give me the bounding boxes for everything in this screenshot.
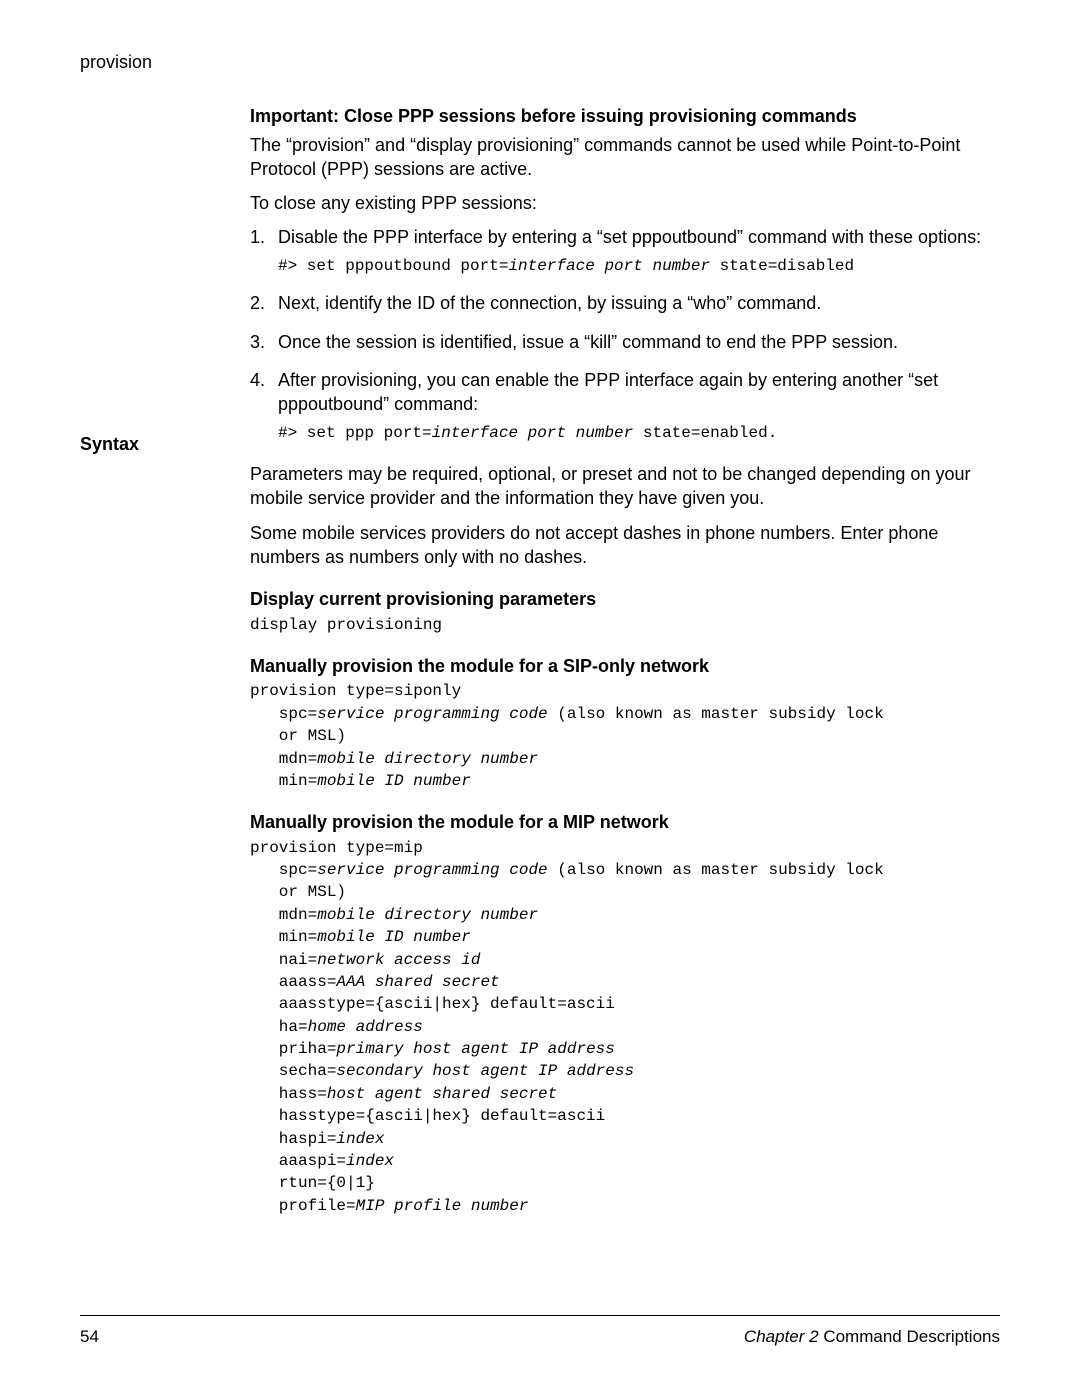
code-italic: index [346,1152,394,1170]
syntax-p1: Parameters may be required, optional, or… [250,462,1000,511]
code-text: #> set ppp port= [278,424,432,442]
code-text: mdn= [250,906,317,924]
step-3: 3. Once the session is identified, issue… [250,330,1000,354]
code-italic: network access id [317,951,480,969]
left-column: Syntax [80,104,250,1231]
code-italic: secondary host agent IP address [336,1062,634,1080]
code-text: nai= [250,951,317,969]
code-italic: mobile ID number [317,772,471,790]
step-4: 4. After provisioning, you can enable th… [250,368,1000,444]
step-2-text: Next, identify the ID of the connection,… [278,291,1000,315]
code-text: state=enabled. [633,424,777,442]
step-4-text: After provisioning, you can enable the P… [278,368,1000,417]
code-text: #> set pppoutbound port= [278,257,508,275]
page: provision Syntax Important: Close PPP se… [0,0,1080,1397]
code-italic: interface port number [432,424,634,442]
code-text: spc= [250,861,317,879]
code-text: priha= [250,1040,336,1058]
mip-code: provision type=mip spc=service programmi… [250,837,1000,1218]
code-text: (also known as master subsidy lock [548,861,884,879]
right-column: Important: Close PPP sessions before iss… [250,104,1000,1231]
step-number: 2. [250,291,278,315]
display-heading: Display current provisioning parameters [250,587,1000,611]
sip-code: provision type=siponly spc=service progr… [250,680,1000,792]
step-number: 3. [250,330,278,354]
code-italic: mobile directory number [317,750,538,768]
step-number: 1. [250,225,278,277]
code-italic: host agent shared secret [327,1085,557,1103]
code-italic: mobile directory number [317,906,538,924]
code-text: haspi= [250,1130,336,1148]
code-italic: home address [308,1018,423,1036]
code-text: or MSL) [250,883,346,901]
syntax-label: Syntax [80,432,250,456]
code-text: spc= [250,705,317,723]
step-body: Disable the PPP interface by entering a … [278,225,1000,277]
code-text: state=disabled [710,257,854,275]
page-footer: 54 Chapter 2 Command Descriptions [80,1315,1000,1349]
code-italic: interface port number [508,257,710,275]
steps-list: 1. Disable the PPP interface by entering… [250,225,1000,444]
important-heading: Important: Close PPP sessions before iss… [250,104,1000,128]
important-p1: The “provision” and “display provisionin… [250,133,1000,182]
footer-rule [80,1315,1000,1316]
step-1: 1. Disable the PPP interface by entering… [250,225,1000,277]
code-italic: mobile ID number [317,928,471,946]
code-text: (also known as master subsidy lock [548,705,884,723]
footer-row: 54 Chapter 2 Command Descriptions [80,1326,1000,1349]
code-text: provision type=siponly [250,682,461,700]
code-text: aaass= [250,973,336,991]
code-text: min= [250,928,317,946]
code-text: aaasstype={ascii|hex} default=ascii [250,995,615,1013]
footer-right: Chapter 2 Command Descriptions [744,1326,1000,1349]
code-text: profile= [250,1197,356,1215]
mip-heading: Manually provision the module for a MIP … [250,810,1000,834]
code-text: secha= [250,1062,336,1080]
sip-heading: Manually provision the module for a SIP-… [250,654,1000,678]
code-text: provision type=mip [250,839,423,857]
step-body: After provisioning, you can enable the P… [278,368,1000,444]
page-number: 54 [80,1326,99,1349]
code-text: aaaspi= [250,1152,346,1170]
code-text: rtun={0|1} [250,1174,375,1192]
code-text: ha= [250,1018,308,1036]
code-italic: MIP profile number [356,1197,529,1215]
syntax-p2: Some mobile services providers do not ac… [250,521,1000,570]
code-italic: AAA shared secret [336,973,499,991]
body-area: Syntax Important: Close PPP sessions bef… [80,104,1000,1231]
step-1-code: #> set pppoutbound port=interface port n… [278,256,1000,278]
code-text: hasstype={ascii|hex} default=ascii [250,1107,605,1125]
code-text: or MSL) [250,727,346,745]
code-italic: index [336,1130,384,1148]
page-header-title: provision [80,50,1000,74]
code-text: hass= [250,1085,327,1103]
code-italic: service programming code [317,705,547,723]
important-p2: To close any existing PPP sessions: [250,191,1000,215]
display-code: display provisioning [250,614,1000,636]
chapter-name: Command Descriptions [819,1327,1000,1346]
step-2: 2. Next, identify the ID of the connecti… [250,291,1000,315]
code-italic: primary host agent IP address [336,1040,614,1058]
code-text: min= [250,772,317,790]
step-3-text: Once the session is identified, issue a … [278,330,1000,354]
code-italic: service programming code [317,861,547,879]
step-4-code: #> set ppp port=interface port number st… [278,423,1000,445]
step-number: 4. [250,368,278,444]
chapter-label: Chapter 2 [744,1327,819,1346]
code-text: mdn= [250,750,317,768]
step-1-text: Disable the PPP interface by entering a … [278,225,1000,249]
